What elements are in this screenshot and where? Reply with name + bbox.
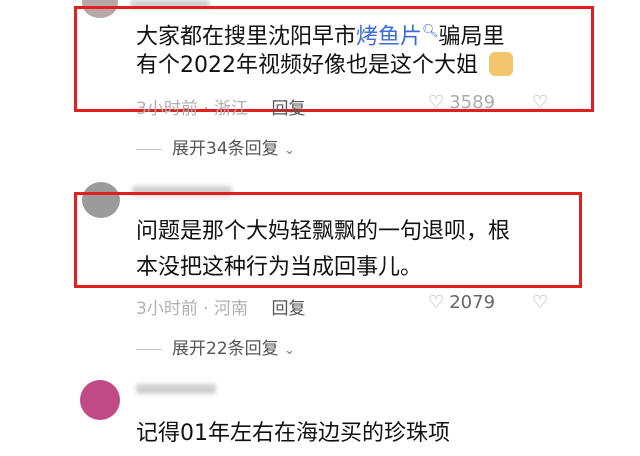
reply-button[interactable]: 回复 — [271, 99, 305, 119]
comment-meta: 3小时前 · 浙江 回复 — [136, 99, 306, 119]
search-icon[interactable]: 🔍︎ — [422, 24, 439, 39]
comment-text-line: 有个2022年视频好像也是这个大姐 — [136, 53, 478, 78]
username-blurred — [136, 384, 216, 394]
reply-button[interactable]: 回复 — [271, 299, 305, 319]
comment-text: 记得01年左右在海边买的珍珠项 — [136, 421, 450, 446]
expand-replies-label: 展开34条回复 — [172, 139, 279, 159]
comment-time: 3小时前 — [136, 99, 198, 119]
expand-replies-button[interactable]: 展开34条回复 ⌄ — [136, 134, 295, 159]
avatar[interactable] — [80, 380, 120, 420]
dislike-button[interactable]: ♡ — [532, 292, 548, 313]
search-keyword-link[interactable]: 烤鱼片 — [356, 24, 422, 49]
comment-text: 本没把这种行为当成回事儿。 — [136, 255, 423, 280]
comment-text: 问题是那个大妈轻飘飘的一句退呗，根 — [136, 219, 511, 244]
expand-replies-label: 展开22条回复 — [172, 339, 279, 359]
like-count: 2079 — [449, 292, 496, 313]
broken-heart-icon: ♡ — [532, 92, 549, 113]
chevron-down-icon: ⌄ — [284, 143, 295, 158]
expand-replies-button[interactable]: 展开22条回复 ⌄ — [136, 334, 295, 359]
comment-location: 浙江 — [214, 99, 249, 119]
divider — [136, 148, 162, 150]
comment-time: 3小时前 — [136, 299, 198, 319]
like-button[interactable]: ♡ 3589 — [428, 92, 495, 113]
comment-text-part: 骗局里 — [438, 24, 505, 50]
dislike-button[interactable]: ♡ — [532, 92, 548, 113]
comment-text-part: 大家都在搜里沈阳早市 — [136, 24, 357, 50]
like-count: 3589 — [449, 92, 496, 113]
emoji-cat-icon — [489, 52, 513, 76]
like-button[interactable]: ♡ 2079 — [428, 292, 495, 313]
comment-text: 有个2022年视频好像也是这个大姐 — [136, 48, 513, 84]
chevron-down-icon: ⌄ — [284, 343, 295, 358]
comment-meta: 3小时前 · 河南 回复 — [136, 299, 306, 319]
heart-icon: ♡ — [428, 92, 445, 113]
divider — [136, 348, 162, 350]
heart-icon: ♡ — [428, 292, 445, 313]
broken-heart-icon: ♡ — [532, 292, 549, 313]
comment-location: 河南 — [214, 299, 249, 319]
